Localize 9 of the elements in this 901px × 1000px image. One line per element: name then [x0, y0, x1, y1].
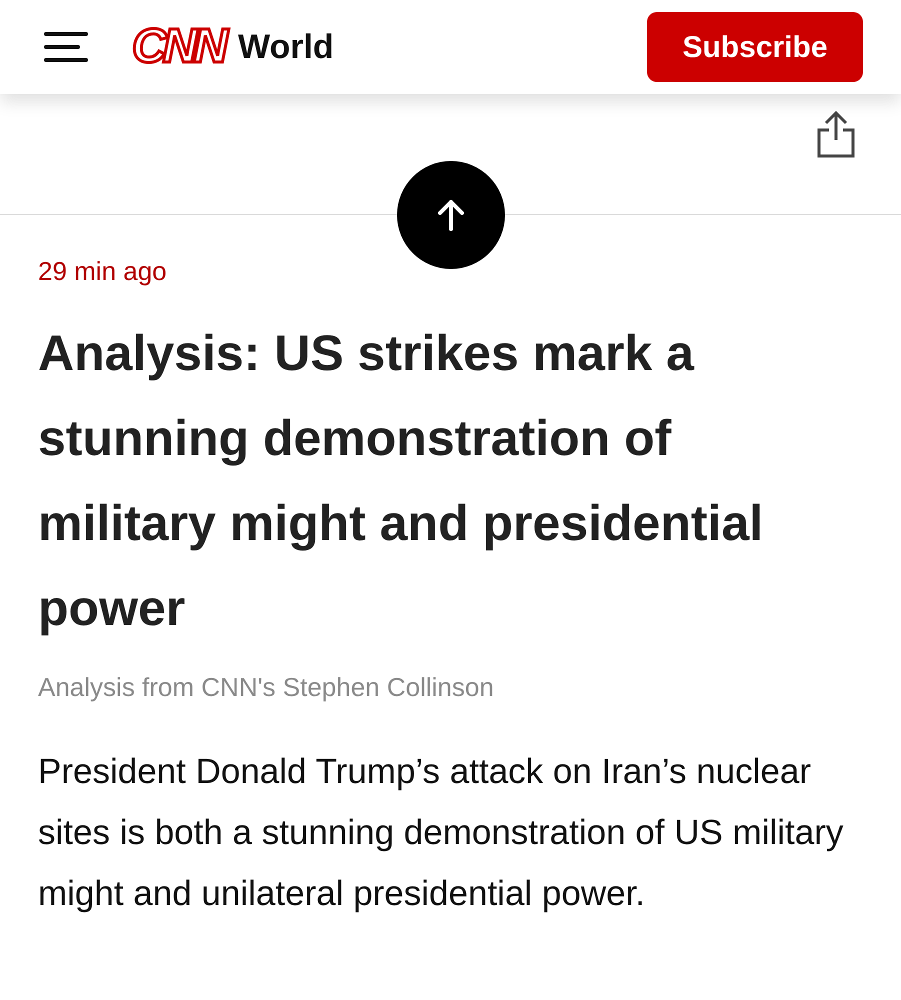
byline: Analysis from CNN's Stephen Collinson — [38, 671, 495, 704]
section-title: World — [238, 26, 334, 68]
headline: Analysis: US strikes mark a stunning demonstration of military might and presidential power — [38, 324, 764, 638]
arrow-up-icon — [438, 199, 464, 231]
timestamp: 29 min ago — [38, 255, 168, 288]
share-icon[interactable] — [817, 110, 855, 158]
menu-icon[interactable] — [44, 30, 88, 64]
article-paragraph: President Donald Trump’s attack on Iran’s nuclear sites is both a stunning demonstration of US military might and unilateral presidential power. — [38, 751, 844, 915]
subscribe-button[interactable]: Subscribe — [647, 12, 863, 82]
